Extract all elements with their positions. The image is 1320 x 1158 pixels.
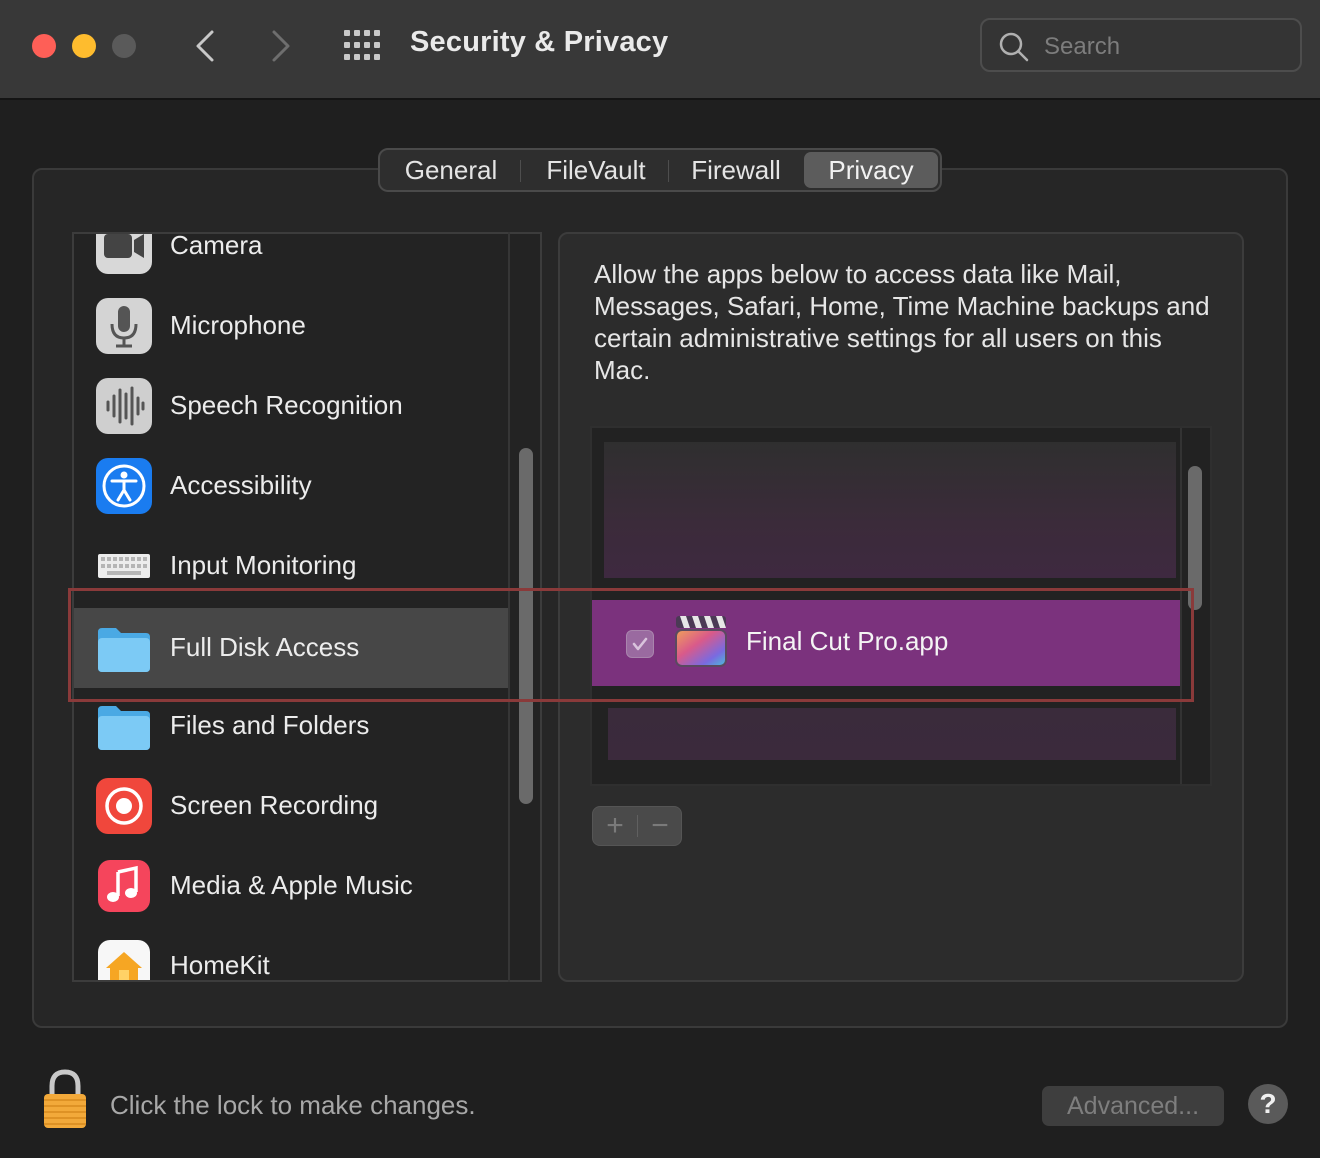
zoom-window-button[interactable] — [112, 34, 136, 58]
sidebar-item-label: HomeKit — [170, 950, 270, 980]
help-button[interactable]: ? — [1248, 1084, 1288, 1124]
sidebar-item-input-monitoring[interactable]: Input Monitoring — [74, 526, 510, 606]
sidebar-scrollbar-thumb[interactable] — [519, 448, 533, 804]
chevron-left-icon — [196, 30, 214, 62]
add-remove-separator — [637, 815, 638, 837]
apps-list-scrollbar-thumb[interactable] — [1188, 466, 1202, 610]
folder-icon — [98, 706, 150, 750]
sidebar-item-label: Microphone — [170, 310, 306, 340]
chevron-right-icon — [272, 30, 290, 62]
camera-icon — [96, 234, 152, 274]
add-app-button[interactable]: + — [593, 807, 637, 845]
tab-firewall[interactable]: Firewall — [674, 152, 798, 188]
sidebar-scroll-track — [508, 232, 510, 982]
apps-list-scroll-track — [1180, 428, 1182, 784]
sidebar-item-label: Speech Recognition — [170, 390, 403, 420]
tab-separator — [668, 160, 669, 182]
sidebar-item-accessibility[interactable]: Accessibility — [74, 446, 510, 526]
music-note-icon — [98, 860, 150, 912]
minimize-window-button[interactable] — [72, 34, 96, 58]
sidebar-item-camera[interactable]: Camera — [74, 232, 510, 286]
privacy-category-list: Camera Microphone Speech Recognition Acc… — [72, 232, 542, 982]
search-icon — [999, 32, 1029, 62]
tab-bar: General FileVault Firewall Privacy — [378, 148, 942, 192]
sidebar-item-media-apple-music[interactable]: Media & Apple Music — [74, 846, 510, 926]
accessibility-icon — [96, 458, 152, 514]
sidebar-item-label: Full Disk Access — [170, 632, 360, 662]
sidebar-item-microphone[interactable]: Microphone — [74, 286, 510, 366]
sidebar-item-label: Input Monitoring — [170, 550, 357, 580]
tab-separator — [520, 160, 521, 182]
tab-general[interactable]: General — [386, 152, 516, 188]
lock-button[interactable] — [40, 1068, 90, 1130]
app-row-final-cut-pro[interactable]: Final Cut Pro.app — [592, 600, 1182, 686]
final-cut-pro-icon — [675, 616, 727, 667]
screen-recording-icon — [96, 778, 152, 834]
sidebar-item-full-disk-access[interactable]: Full Disk Access — [74, 608, 510, 688]
show-all-button[interactable] — [342, 28, 382, 64]
sidebar-item-label: Camera — [170, 232, 263, 260]
grid-icon — [344, 30, 380, 60]
sidebar-item-label: Files and Folders — [170, 710, 370, 740]
keyboard-icon — [98, 554, 150, 578]
title-bar: Security & Privacy — [0, 0, 1320, 100]
sidebar-item-screen-recording[interactable]: Screen Recording — [74, 766, 510, 846]
tab-filevault[interactable]: FileVault — [526, 152, 666, 188]
sidebar-item-label: Media & Apple Music — [170, 870, 413, 900]
list-item — [608, 708, 1176, 760]
allowed-apps-list: Final Cut Pro.app — [590, 426, 1212, 786]
list-item — [604, 442, 1176, 578]
close-window-button[interactable] — [32, 34, 56, 58]
add-remove-control: + − — [592, 806, 682, 846]
forward-button[interactable] — [260, 26, 300, 66]
tab-privacy[interactable]: Privacy — [804, 152, 938, 188]
sidebar-item-label: Accessibility — [170, 470, 312, 500]
checkmark-icon — [632, 637, 648, 651]
speech-waveform-icon — [96, 378, 152, 434]
sidebar-item-label: Screen Recording — [170, 790, 379, 820]
search-input[interactable] — [1042, 30, 1286, 64]
home-icon — [98, 940, 150, 980]
window-title: Security & Privacy — [410, 26, 669, 58]
search-field[interactable] — [980, 18, 1302, 72]
lock-icon — [44, 1069, 86, 1128]
advanced-button[interactable]: Advanced... — [1042, 1086, 1224, 1126]
app-checkbox[interactable] — [626, 630, 654, 658]
sidebar-item-files-and-folders[interactable]: Files and Folders — [74, 686, 510, 766]
back-button[interactable] — [186, 26, 226, 66]
folder-icon — [98, 628, 150, 672]
access-description: Allow the apps below to access data like… — [594, 259, 1210, 385]
lock-instruction-text: Click the lock to make changes. — [110, 1090, 476, 1120]
sidebar-item-speech-recognition[interactable]: Speech Recognition — [74, 366, 510, 446]
app-name: Final Cut Pro.app — [746, 626, 949, 656]
sidebar-item-homekit[interactable]: HomeKit — [74, 926, 510, 980]
microphone-icon — [96, 298, 152, 354]
remove-app-button[interactable]: − — [639, 807, 681, 845]
